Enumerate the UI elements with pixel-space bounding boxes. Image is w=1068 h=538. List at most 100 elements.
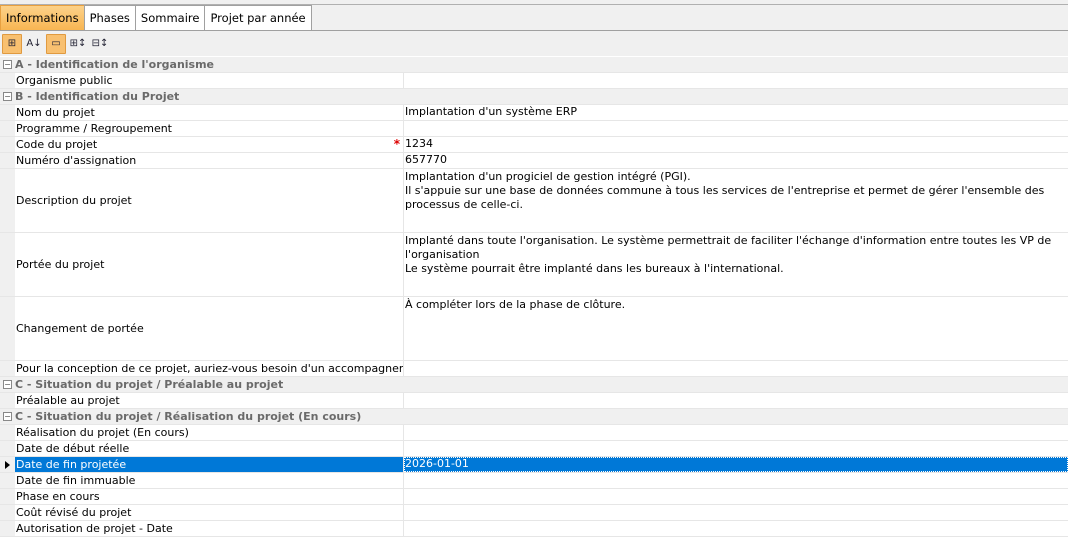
- property-row[interactable]: Autorisation de projet - Date: [0, 521, 1068, 537]
- property-value[interactable]: Implantation d'un système ERP: [404, 105, 1068, 120]
- property-pages-button[interactable]: ▭: [46, 33, 66, 54]
- property-row[interactable]: Date de fin immuable: [0, 473, 1068, 489]
- property-value[interactable]: [404, 489, 1068, 504]
- property-row[interactable]: Organisme public: [0, 73, 1068, 89]
- row-gutter: [0, 169, 15, 232]
- property-row[interactable]: Coût révisé du projet: [0, 505, 1068, 521]
- row-gutter: [0, 105, 15, 120]
- property-row[interactable]: Changement de portée À compléter lors de …: [0, 297, 1068, 361]
- collapse-icon[interactable]: −: [3, 60, 12, 69]
- expand-all-icon: ⊞↕: [69, 38, 87, 49]
- required-marker: *: [393, 137, 400, 151]
- property-row[interactable]: Date de début réelle: [0, 441, 1068, 457]
- row-gutter: [0, 121, 15, 136]
- property-label: Réalisation du projet (En cours): [16, 426, 189, 439]
- collapse-icon[interactable]: −: [3, 380, 12, 389]
- row-gutter: −: [0, 57, 15, 72]
- row-gutter: [0, 425, 15, 440]
- property-label: Date de fin immuable: [16, 474, 136, 487]
- property-value[interactable]: [404, 473, 1068, 488]
- property-grid-toolbar: ⊞ A↓ ▭ ⊞↕ ⊟↕: [0, 31, 1068, 56]
- row-gutter: [0, 505, 15, 520]
- tab-bar: Informations Phases Sommaire Projet par ann…: [0, 5, 1068, 31]
- property-row[interactable]: Portée du projet Implanté dans toute l'or…: [0, 233, 1068, 297]
- tab-sommaire[interactable]: Sommaire: [134, 5, 206, 30]
- property-row[interactable]: Préalable au projet: [0, 393, 1068, 409]
- property-label: Portée du projet: [16, 258, 105, 271]
- collapse-all-button[interactable]: ⊟↕: [90, 34, 110, 54]
- property-value[interactable]: [404, 73, 1068, 88]
- property-value[interactable]: Implanté dans toute l'organisation. Le s…: [404, 233, 1068, 296]
- property-label: Pour la conception de ce projet, auriez-…: [16, 362, 403, 375]
- property-grid: − A - Identification de l'organisme Organi…: [0, 57, 1068, 537]
- property-label: Nom du projet: [16, 106, 95, 119]
- category-header[interactable]: − C - Situation du projet / Préalable au …: [0, 377, 1068, 393]
- property-row[interactable]: Phase en cours: [0, 489, 1068, 505]
- sort-alphabetical-button[interactable]: A↓: [24, 34, 44, 54]
- expand-all-button[interactable]: ⊞↕: [68, 34, 88, 54]
- row-gutter: [0, 393, 15, 408]
- property-label: Description du projet: [16, 194, 132, 207]
- row-gutter: −: [0, 89, 15, 104]
- property-label: Autorisation de projet - Date: [16, 522, 173, 535]
- property-value[interactable]: [404, 121, 1068, 136]
- row-gutter: [0, 489, 15, 504]
- property-label: Phase en cours: [16, 490, 100, 503]
- property-label: Changement de portée: [16, 322, 144, 335]
- row-gutter: [0, 153, 15, 168]
- collapse-icon[interactable]: −: [3, 92, 12, 101]
- property-value[interactable]: 1234: [404, 137, 1068, 152]
- property-label: Date de fin projetée: [16, 458, 127, 471]
- property-row[interactable]: Réalisation du projet (En cours): [0, 425, 1068, 441]
- property-value[interactable]: [404, 505, 1068, 520]
- property-row[interactable]: Pour la conception de ce projet, auriez-…: [0, 361, 1068, 377]
- category-header[interactable]: − A - Identification de l'organisme: [0, 57, 1068, 73]
- current-row-arrow-icon: [5, 461, 10, 469]
- row-gutter: [0, 361, 15, 376]
- row-gutter: [0, 137, 15, 152]
- property-row[interactable]: Numéro d'assignation 657770: [0, 153, 1068, 169]
- property-value[interactable]: [404, 441, 1068, 456]
- property-label: Date de début réelle: [16, 442, 130, 455]
- row-gutter: −: [0, 377, 15, 392]
- row-gutter: −: [0, 409, 15, 424]
- property-pages-icon: ▭: [51, 38, 61, 49]
- row-gutter: [0, 233, 15, 296]
- category-header[interactable]: − C - Situation du projet / Réalisation d…: [0, 409, 1068, 425]
- row-gutter: [0, 441, 15, 456]
- tab-phases[interactable]: Phases: [83, 5, 136, 30]
- property-value[interactable]: Implantation d'un progiciel de gestion i…: [404, 169, 1068, 232]
- property-value[interactable]: À compléter lors de la phase de clôture.: [404, 297, 1068, 360]
- property-row[interactable]: Date de fin projetée 2026-01-01: [0, 457, 1068, 473]
- property-value[interactable]: [404, 393, 1068, 408]
- categorized-button[interactable]: ⊞: [2, 33, 22, 54]
- category-header[interactable]: − B - Identification du Projet: [0, 89, 1068, 105]
- tab-informations[interactable]: Informations: [0, 5, 85, 30]
- property-value[interactable]: [404, 425, 1068, 440]
- collapse-all-icon: ⊟↕: [91, 38, 109, 49]
- property-row[interactable]: Code du projet * 1234: [0, 137, 1068, 153]
- tab-projet-par-ann-e[interactable]: Projet par année: [204, 5, 312, 30]
- property-value[interactable]: 657770: [404, 153, 1068, 168]
- property-value[interactable]: 2026-01-01: [404, 457, 1068, 472]
- property-row[interactable]: Programme / Regroupement: [0, 121, 1068, 137]
- row-gutter: [0, 73, 15, 88]
- property-label: Code du projet: [16, 138, 98, 151]
- row-gutter: [0, 457, 15, 472]
- property-label: Programme / Regroupement: [16, 122, 172, 135]
- collapse-icon[interactable]: −: [3, 412, 12, 421]
- property-label: C - Situation du projet / Préalable au p…: [15, 378, 284, 391]
- property-value[interactable]: [404, 521, 1068, 536]
- property-label: A - Identification de l'organisme: [15, 58, 215, 71]
- categorized-icon: ⊞: [7, 38, 17, 49]
- property-label: B - Identification du Projet: [15, 90, 180, 103]
- property-row[interactable]: Description du projet Implantation d'un p…: [0, 169, 1068, 233]
- row-gutter: [0, 297, 15, 360]
- property-row[interactable]: Nom du projet Implantation d'un système E…: [0, 105, 1068, 121]
- property-label: C - Situation du projet / Réalisation du…: [15, 410, 362, 423]
- property-value[interactable]: [404, 361, 1068, 376]
- property-label: Numéro d'assignation: [16, 154, 137, 167]
- row-gutter: [0, 473, 15, 488]
- property-label: Coût révisé du projet: [16, 506, 132, 519]
- property-label: Préalable au projet: [16, 394, 120, 407]
